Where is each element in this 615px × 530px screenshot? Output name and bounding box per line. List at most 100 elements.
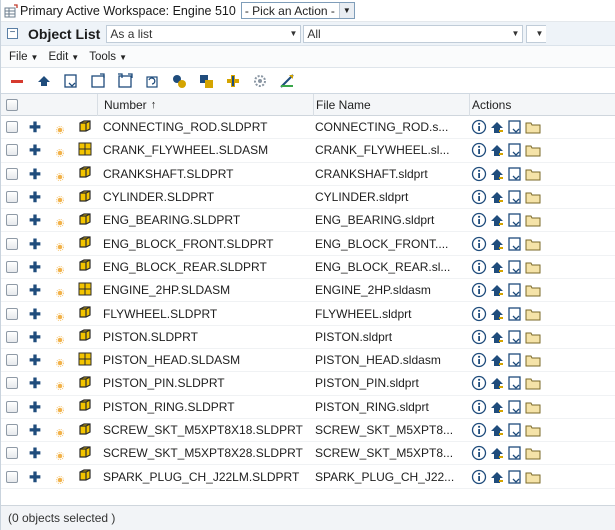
check-in-icon[interactable]: [489, 189, 505, 205]
table-row[interactable]: ✚ ENG_BLOCK_REAR.SLDPRT ENG_BLOCK_REAR.sl.…: [1, 256, 615, 280]
open-folder-icon[interactable]: [525, 212, 541, 228]
add-icon[interactable]: [225, 73, 241, 89]
expand-icon[interactable]: ✚: [29, 330, 41, 344]
row-checkbox[interactable]: [6, 330, 18, 343]
new-folder-icon[interactable]: [90, 72, 106, 89]
open-folder-icon[interactable]: [525, 189, 541, 205]
row-checkbox[interactable]: [6, 354, 18, 367]
check-out-icon[interactable]: [507, 142, 523, 158]
cell-file-name[interactable]: CONNECTING_ROD.s...: [313, 120, 469, 134]
check-in-icon[interactable]: [489, 352, 505, 368]
cell-number[interactable]: CYLINDER.SLDPRT: [97, 190, 313, 204]
open-folder-icon[interactable]: [525, 142, 541, 158]
select-all-checkbox[interactable]: [6, 98, 18, 111]
info-icon[interactable]: [471, 189, 487, 205]
open-folder-icon[interactable]: [525, 375, 541, 391]
open-folder-icon[interactable]: [525, 282, 541, 298]
table-row[interactable]: ✚ ENGINE_2HP.SLDASM ENGINE_2HP.sldasm: [1, 279, 615, 303]
cell-number[interactable]: ENG_BLOCK_REAR.SLDPRT: [97, 260, 313, 274]
row-checkbox[interactable]: [6, 191, 18, 204]
expand-icon[interactable]: ✚: [29, 283, 41, 297]
check-in-icon[interactable]: [489, 282, 505, 298]
expand-icon[interactable]: ✚: [29, 376, 41, 390]
check-out-icon[interactable]: [507, 375, 523, 391]
collapse-icon[interactable]: −: [7, 28, 18, 39]
table-row[interactable]: ✚ ENG_BLOCK_FRONT.SLDPRT ENG_BLOCK_FRONT..…: [1, 232, 615, 256]
cell-file-name[interactable]: ENG_BLOCK_REAR.sl...: [313, 260, 469, 274]
chevron-down-icon[interactable]: ▼: [511, 29, 519, 38]
row-checkbox[interactable]: [6, 144, 18, 157]
expand-icon[interactable]: ✚: [29, 167, 41, 181]
row-checkbox[interactable]: [6, 307, 18, 320]
cell-number[interactable]: CRANKSHAFT.SLDPRT: [97, 167, 313, 181]
table-row[interactable]: ✚ FLYWHEEL.SLDPRT FLYWHEEL.sldprt: [1, 302, 615, 326]
row-checkbox[interactable]: [6, 447, 18, 460]
chevron-down-icon[interactable]: ▼: [338, 3, 354, 18]
check-out-icon[interactable]: [507, 189, 523, 205]
where-used-icon[interactable]: [171, 73, 187, 89]
row-checkbox[interactable]: [6, 400, 18, 413]
row-checkbox[interactable]: [6, 167, 18, 180]
filter-select[interactable]: All ▼: [303, 24, 524, 43]
open-folder-icon[interactable]: [525, 236, 541, 252]
menu-tools[interactable]: Tools ▼: [89, 51, 127, 63]
open-folder-icon[interactable]: [525, 352, 541, 368]
open-folder-icon[interactable]: [525, 306, 541, 322]
check-out-icon[interactable]: [507, 259, 523, 275]
info-icon[interactable]: [471, 469, 487, 485]
table-row[interactable]: ✚ CRANK_FLYWHEEL.SLDASM CRANK_FLYWHEEL.sl.…: [1, 139, 615, 163]
check-out-icon[interactable]: [507, 469, 523, 485]
column-header-actions[interactable]: Actions: [469, 93, 615, 116]
cell-file-name[interactable]: FLYWHEEL.sldprt: [313, 307, 469, 321]
open-folder-icon[interactable]: [525, 259, 541, 275]
cell-file-name[interactable]: SCREW_SKT_M5XPT8...: [313, 423, 469, 437]
column-header-number[interactable]: Number ↑: [97, 93, 313, 116]
check-in-icon[interactable]: [489, 306, 505, 322]
column-header-file-name[interactable]: File Name: [313, 93, 469, 116]
row-checkbox[interactable]: [6, 284, 18, 297]
open-folder-icon[interactable]: [525, 166, 541, 182]
row-checkbox[interactable]: [6, 424, 18, 436]
info-icon[interactable]: [471, 166, 487, 182]
open-folder-icon[interactable]: [525, 422, 541, 438]
cell-number[interactable]: ENG_BEARING.SLDPRT: [97, 213, 313, 227]
chevron-down-icon[interactable]: ▼: [535, 29, 543, 38]
open-folder-icon[interactable]: [525, 329, 541, 345]
check-out-icon[interactable]: [507, 282, 523, 298]
row-checkbox[interactable]: [6, 470, 18, 483]
check-in-icon[interactable]: [36, 73, 52, 89]
expand-icon[interactable]: ✚: [29, 307, 41, 321]
check-in-icon[interactable]: [489, 212, 505, 228]
cell-file-name[interactable]: SPARK_PLUG_CH_J22...: [313, 470, 469, 484]
cell-file-name[interactable]: ENG_BEARING.sldprt: [313, 213, 469, 227]
check-in-icon[interactable]: [489, 422, 505, 438]
cell-number[interactable]: PISTON_PIN.SLDPRT: [97, 376, 313, 390]
cell-file-name[interactable]: PISTON_HEAD.sldasm: [313, 353, 469, 367]
check-in-icon[interactable]: [489, 119, 505, 135]
check-out-icon[interactable]: [507, 445, 523, 461]
chevron-down-icon[interactable]: ▼: [289, 29, 297, 38]
check-out-icon[interactable]: [507, 212, 523, 228]
check-out-icon[interactable]: [507, 352, 523, 368]
table-row[interactable]: ✚ ENG_BEARING.SLDPRT ENG_BEARING.sldprt: [1, 209, 615, 233]
cell-file-name[interactable]: CYLINDER.sldprt: [313, 190, 469, 204]
cell-file-name[interactable]: PISTON_PIN.sldprt: [313, 376, 469, 390]
cell-file-name[interactable]: CRANK_FLYWHEEL.sl...: [313, 143, 469, 157]
settings-icon[interactable]: [252, 73, 268, 89]
expand-icon[interactable]: ✚: [29, 353, 41, 367]
expand-icon[interactable]: ✚: [29, 237, 41, 251]
info-icon[interactable]: [471, 445, 487, 461]
view-select[interactable]: As a list ▼: [106, 24, 302, 43]
cell-number[interactable]: CONNECTING_ROD.SLDPRT: [97, 120, 313, 134]
cell-file-name[interactable]: ENG_BLOCK_FRONT....: [313, 237, 469, 251]
action-select[interactable]: - Pick an Action - ▼: [240, 2, 355, 19]
cell-number[interactable]: PISTON_RING.SLDPRT: [97, 400, 313, 414]
check-in-icon[interactable]: [489, 259, 505, 275]
row-checkbox[interactable]: [6, 121, 18, 134]
check-out-icon[interactable]: [507, 119, 523, 135]
info-icon[interactable]: [471, 282, 487, 298]
table-row[interactable]: ✚ PISTON_PIN.SLDPRT PISTON_PIN.sldprt: [1, 372, 615, 396]
cell-number[interactable]: PISTON_HEAD.SLDASM: [97, 353, 313, 367]
expand-icon[interactable]: ✚: [29, 143, 41, 157]
copy-icon[interactable]: [198, 73, 214, 89]
